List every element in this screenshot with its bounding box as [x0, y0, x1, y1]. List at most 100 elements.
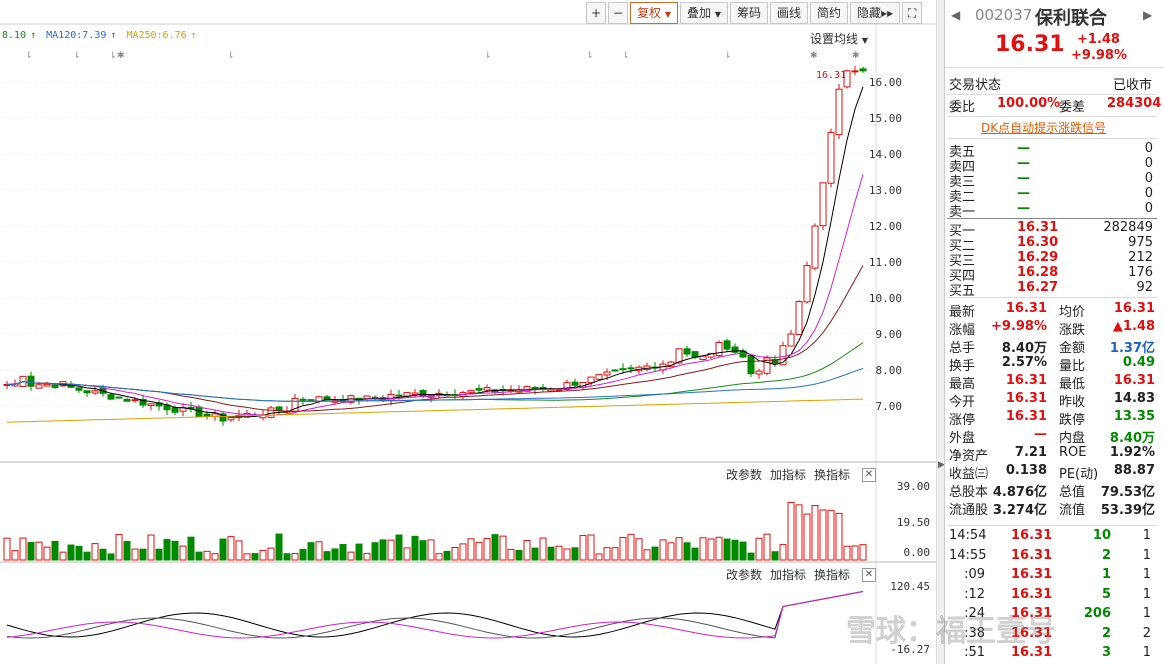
next-stock-icon[interactable]: ▶	[1143, 8, 1152, 22]
fullscreen-icon[interactable]: ⛶	[902, 2, 923, 24]
switch-indicator-button[interactable]: 换指标	[814, 466, 850, 483]
switch-indicator-button[interactable]: 换指标	[814, 566, 850, 583]
candle-down	[107, 394, 115, 400]
volume-bar	[579, 535, 587, 561]
volume-bar	[235, 540, 243, 561]
divider	[947, 116, 1157, 117]
volume-bar	[75, 545, 83, 561]
trade-status-row: 交易状态 已收市	[949, 78, 1153, 93]
draw-line-button[interactable]: 画线	[770, 2, 809, 24]
double-arrow-icon: ▸▸	[881, 6, 894, 20]
asks-row: 卖二 —0	[949, 186, 1153, 205]
volume-bar	[395, 534, 403, 561]
price-axis-label: 13.00	[868, 184, 902, 197]
volume-bar	[131, 548, 139, 561]
candle-down	[419, 390, 427, 397]
candle-down	[203, 413, 211, 417]
ma120-value: MA120:7.39	[46, 30, 107, 41]
volume-bar	[539, 537, 547, 561]
zoom-in-button[interactable]: +	[586, 2, 606, 24]
ma-settings-button[interactable]: 设置均线 ▼	[810, 30, 868, 47]
current-price: 16.31	[995, 32, 1065, 57]
volume-bar	[827, 509, 835, 561]
volume-bar	[51, 540, 59, 561]
price-axis-label: 14.00	[868, 148, 902, 161]
marker-icon: ⇂	[73, 51, 81, 61]
marker-icon: ✱	[852, 51, 860, 61]
volume-bar	[731, 539, 739, 561]
volume-bar	[123, 541, 131, 561]
chevron-down-icon: ▼	[714, 10, 721, 19]
volume-bar	[723, 538, 731, 561]
edit-params-button[interactable]: 改参数	[726, 566, 762, 583]
simple-mode-button[interactable]: 简约	[810, 2, 849, 24]
volume-bar	[59, 551, 67, 561]
volume-bar	[211, 553, 219, 561]
volume-bar	[291, 553, 299, 561]
divider	[947, 138, 1157, 139]
osc-axis-label: 120.45	[890, 580, 930, 593]
volume-bar	[355, 543, 363, 561]
volume-bar	[635, 538, 643, 561]
volume-bar	[371, 542, 379, 561]
chip-button[interactable]: 筹码	[730, 2, 769, 24]
volume-bar	[467, 538, 475, 561]
bids-row: 买四 16.28 176	[949, 265, 1153, 284]
volume-bar	[363, 552, 371, 561]
volume-bar	[283, 553, 291, 561]
volume-bar	[171, 540, 179, 561]
volume-bar	[555, 545, 563, 561]
kline-chart[interactable]: ⇂ ⇂ ⇂ ✱ ⇂ ⇂ ⇂ ⇂ ⇂ ✱ ✱	[0, 0, 936, 664]
candle-up	[483, 387, 491, 391]
zoom-out-button[interactable]: −	[608, 2, 628, 24]
volume-bar	[3, 537, 11, 561]
hide-button[interactable]: 隐藏▸▸	[850, 2, 901, 24]
asks-row: 卖五 —0	[949, 141, 1153, 160]
marker-icon: ⇂	[622, 51, 630, 61]
candle-up	[603, 371, 611, 376]
dk-signal-link[interactable]: DK点自动提示涨跌信号	[981, 119, 1106, 136]
volume-bar	[803, 513, 811, 561]
volume-bar	[435, 553, 443, 561]
volume-bar	[667, 542, 675, 561]
volume-panel-buttons: 改参数 加指标 换指标	[726, 466, 850, 483]
volume-bar	[499, 535, 507, 561]
volume-bar	[83, 551, 91, 561]
add-indicator-button[interactable]: 加指标	[770, 466, 806, 483]
overlay-button[interactable]: 叠加 ▼	[680, 2, 728, 24]
add-indicator-button[interactable]: 加指标	[770, 566, 806, 583]
volume-bar	[419, 540, 427, 561]
fuquan-button[interactable]: 复权 ▼	[630, 2, 678, 24]
tick-row: :09 16.31 1 1	[964, 567, 1151, 582]
volume-bar	[491, 534, 499, 561]
volume-bar	[507, 548, 515, 561]
weibi-row: 委比 100.00% 委差 284304	[949, 96, 1162, 115]
volume-bar	[739, 541, 747, 561]
stat-row: 最新 16.31 均价 16.31	[949, 301, 1155, 320]
price-axis-label: 10.00	[868, 292, 902, 305]
panel-splitter[interactable]: ▶	[936, 0, 945, 664]
candle-down	[27, 375, 35, 387]
price-axis-label: 16.00	[868, 76, 902, 89]
volume-bar	[299, 548, 307, 561]
bids-row: 买二 16.30 975	[949, 235, 1153, 254]
volume-bar	[67, 544, 75, 561]
volume-bar	[331, 548, 339, 561]
volume-bar	[219, 538, 227, 561]
volume-bar	[179, 545, 187, 561]
price-change: +1.48	[1077, 32, 1120, 47]
volume-bar	[763, 533, 771, 561]
volume-bar	[619, 536, 627, 561]
chart-toolbar: + − 复权 ▼ 叠加 ▼ 筹码 画线 简约 隐藏▸▸ ⛶	[586, 2, 924, 24]
bids-row: 买三 16.29 212	[949, 250, 1153, 269]
candle-down	[83, 390, 91, 394]
candle-down	[123, 398, 131, 402]
volume-bar	[659, 539, 667, 561]
volume-bar	[315, 541, 323, 561]
marker-icon: ⇂	[724, 51, 732, 61]
volume-bar	[259, 549, 267, 561]
volume-bar	[747, 552, 755, 561]
volume-bar	[443, 550, 451, 561]
prev-stock-icon[interactable]: ◀	[951, 8, 960, 22]
edit-params-button[interactable]: 改参数	[726, 466, 762, 483]
